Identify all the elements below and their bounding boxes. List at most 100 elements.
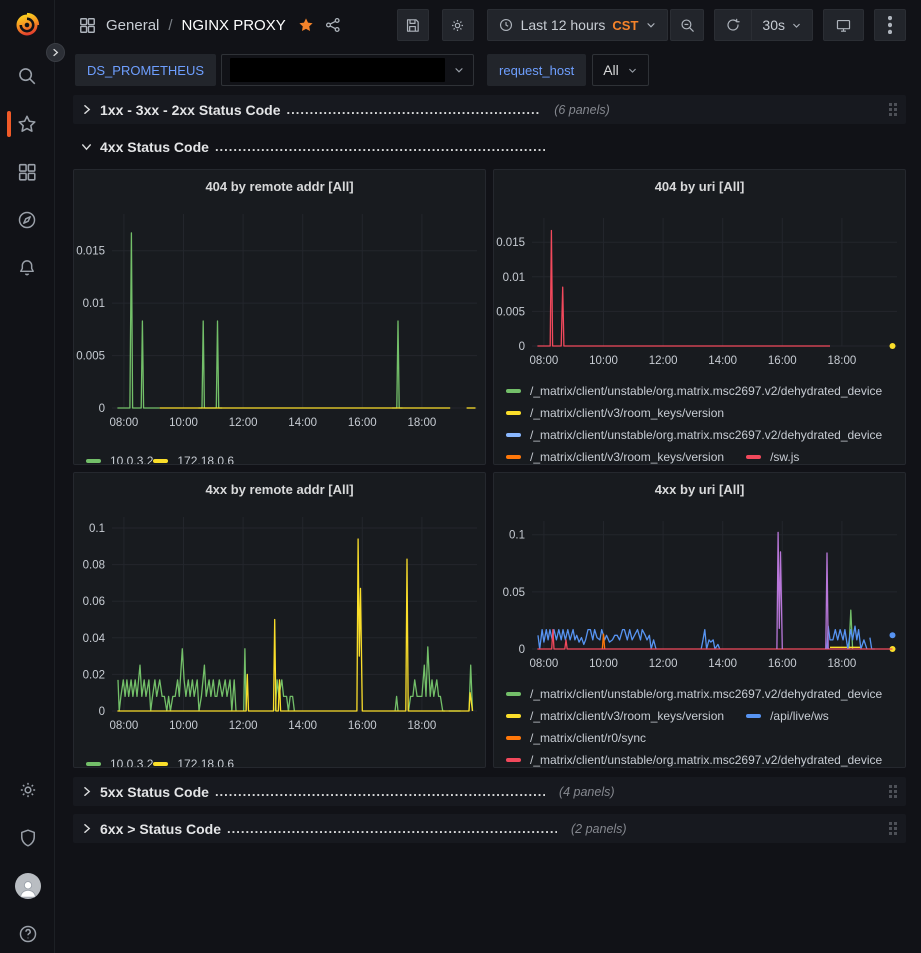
sidebar-item-explore[interactable] [0,206,55,234]
row-title: 4xx Status Code [100,139,209,155]
svg-text:0.02: 0.02 [83,669,105,681]
clock-icon [498,17,514,33]
breadcrumb-folder[interactable]: General [106,17,159,34]
legend-item[interactable]: /_matrix/client/unstable/org.matrix.msc2… [506,753,882,767]
row-drag-handle[interactable] [889,103,897,116]
breadcrumb-separator: / [168,17,172,34]
row-6xx[interactable]: 6xx > Status Code ......................… [73,814,906,843]
favorite-star-icon[interactable] [297,16,315,34]
svg-text:0.05: 0.05 [503,587,525,599]
dashboard-settings-button[interactable] [442,9,474,41]
legend-item[interactable]: 10.0.3.2 [86,757,153,768]
svg-text:14:00: 14:00 [288,720,317,732]
legend-swatch [86,762,101,766]
row-5xx[interactable]: 5xx Status Code ........................… [73,777,906,806]
sidebar-item-starred[interactable] [0,110,55,138]
time-series-chart[interactable]: 08:0010:0012:0014:0016:0018:0000.020.040… [74,505,485,737]
legend-swatch [506,433,521,437]
time-range-label: Last 12 hours [521,17,606,33]
sidebar [0,0,55,953]
row-1xx-3xx-2xx[interactable]: 1xx - 3xx - 2xx Status Code ............… [73,95,906,124]
legend-swatch [506,692,521,696]
legend-label: 172.18.0.6 [177,757,234,768]
sidebar-item-help[interactable] [0,920,55,948]
time-range-picker[interactable]: Last 12 hours CST [487,9,669,41]
chevron-right-icon [80,103,93,116]
row-title: 1xx - 3xx - 2xx Status Code [100,102,281,118]
row-title-dots: ........................................… [215,784,545,799]
datasource-variable-dropdown[interactable] [221,54,474,86]
panel-title[interactable]: 4xx by uri [All] [494,473,905,505]
sidebar-item-search[interactable] [0,62,55,90]
sidebar-item-dashboards[interactable] [0,158,55,186]
row-4xx[interactable]: 4xx Status Code ........................… [73,132,906,161]
bell-icon [16,257,38,279]
legend-item[interactable]: /_matrix/client/r0/sync [506,731,646,745]
refresh-button[interactable] [714,9,751,41]
legend-item[interactable]: /_matrix/client/v3/room_keys/version [506,450,724,464]
sidebar-item-profile[interactable] [0,872,55,900]
legend-swatch [506,758,521,762]
row-title-dots: ........................................… [227,821,557,836]
grafana-logo[interactable] [12,10,42,40]
svg-text:16:00: 16:00 [348,417,377,429]
panel-title[interactable]: 4xx by remote addr [All] [74,473,485,505]
sidebar-item-server-admin[interactable] [0,824,55,852]
compass-icon [16,209,38,231]
request-host-variable-label[interactable]: request_host [487,54,586,86]
sidebar-item-alerting[interactable] [0,254,55,282]
panel-title[interactable]: 404 by remote addr [All] [74,170,485,202]
dashboard-panel: 404 by remote addr [All]08:0010:0012:001… [73,169,486,465]
time-series-chart[interactable]: 08:0010:0012:0014:0016:0018:0000.0050.01… [74,202,485,434]
legend-swatch [153,762,168,766]
share-icon[interactable] [324,16,342,34]
legend-item[interactable]: /sw.js [746,450,799,464]
chevron-right-icon [80,822,93,835]
legend-item[interactable]: 172.18.0.6 [153,757,234,768]
legend-item[interactable]: /_matrix/client/v3/room_keys/version [506,406,724,420]
legend-label: /api/live/ws [770,709,829,723]
svg-text:0.1: 0.1 [509,530,525,542]
tv-mode-button[interactable] [823,9,864,41]
legend-item[interactable]: /_matrix/client/unstable/org.matrix.msc2… [506,384,882,398]
svg-text:08:00: 08:00 [110,720,139,732]
sidebar-item-configuration[interactable] [0,776,55,804]
legend-item[interactable]: /_matrix/client/unstable/org.matrix.msc2… [506,687,882,701]
svg-text:0.01: 0.01 [503,272,525,284]
time-series-chart[interactable]: 08:0010:0012:0014:0016:0018:0000.050.1 [494,505,905,673]
time-series-chart[interactable]: 08:0010:0012:0014:0016:0018:0000.0050.01… [494,202,905,370]
svg-text:0.005: 0.005 [496,306,525,318]
sidebar-expand-button[interactable] [46,43,65,62]
legend-label: /_matrix/client/v3/room_keys/version [530,709,724,723]
datasource-variable-label[interactable]: DS_PROMETHEUS [75,54,216,86]
svg-text:0.06: 0.06 [83,596,105,608]
save-icon [404,17,421,34]
zoom-out-time-button[interactable] [670,9,704,41]
panel-legend: 10.0.3.2 172.18.0.6 [74,755,485,768]
svg-text:0: 0 [519,644,525,656]
legend-row: /_matrix/client/unstable/org.matrix.msc2… [506,384,905,398]
legend-label: /_matrix/client/unstable/org.matrix.msc2… [530,428,882,442]
svg-text:10:00: 10:00 [589,355,618,367]
svg-text:0.015: 0.015 [76,246,105,258]
svg-text:08:00: 08:00 [110,417,139,429]
breadcrumb-dashboard-title[interactable]: NGINX PROXY [182,17,286,34]
legend-item[interactable]: /api/live/ws [746,709,829,723]
kebab-menu-button[interactable] [874,9,906,41]
legend-item[interactable]: 10.0.3.2 [86,454,153,465]
svg-text:18:00: 18:00 [828,658,857,670]
request-host-variable-dropdown[interactable]: All [592,54,649,86]
save-dashboard-button[interactable] [397,9,429,41]
row-drag-handle[interactable] [889,822,897,835]
panel-legend: /_matrix/client/unstable/org.matrix.msc2… [494,687,905,768]
refresh-interval-dropdown[interactable]: 30s [751,9,813,41]
legend-item[interactable]: /_matrix/client/unstable/org.matrix.msc2… [506,428,882,442]
panel-title[interactable]: 404 by uri [All] [494,170,905,202]
legend-item[interactable]: /_matrix/client/v3/room_keys/version [506,709,724,723]
legend-item[interactable]: 172.18.0.6 [153,454,234,465]
variables-bar: DS_PROMETHEUS request_host All [75,54,906,86]
row-drag-handle[interactable] [889,785,897,798]
legend-row: 10.0.3.2172.18.0.6 [86,452,234,465]
help-icon [17,923,39,945]
gear-icon [449,17,466,34]
